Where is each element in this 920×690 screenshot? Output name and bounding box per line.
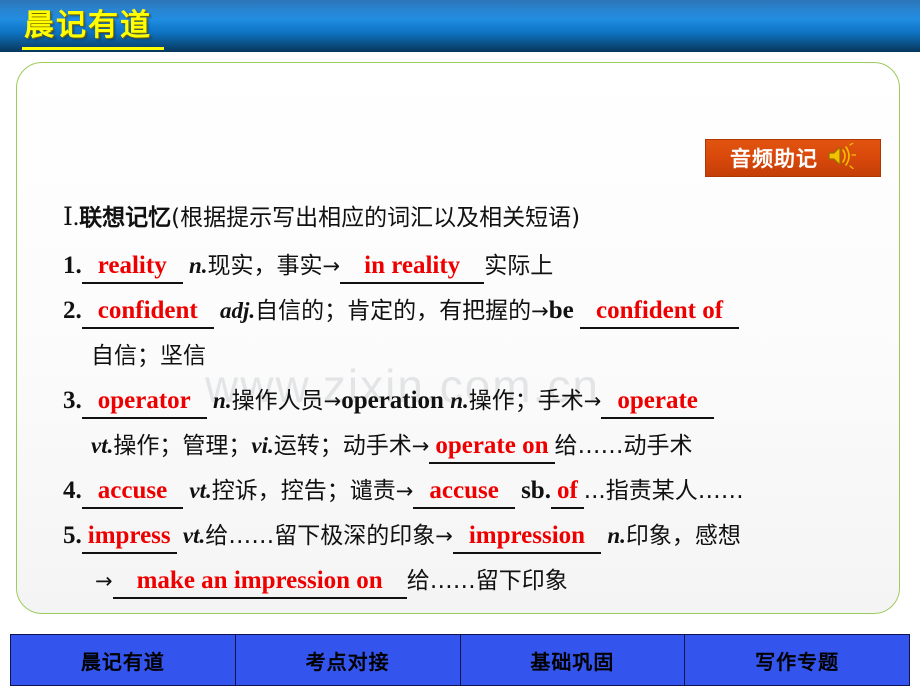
answer-blank[interactable]: of [550,476,584,509]
item-number: 2. [63,297,82,324]
phrase-mid-word: sb. [521,477,551,504]
part-of-speech: adj. [220,298,256,323]
arrow-glyph: → [95,569,113,593]
answer-blank[interactable]: reality [81,251,183,284]
item-number: 4. [63,477,82,504]
list-item-continuation: → make an impression on 给……留下印象 [63,558,883,603]
definition-text: ...指责某人…… [583,478,744,504]
part-of-speech: n. [213,388,232,413]
definition-text: 印象，感想 [625,523,741,549]
arrow-glyph: → [435,524,453,548]
definition-text: 控诉，控告；谴责 [211,478,396,504]
list-item: 1. reality n.现实，事实→ in reality 实际上 [63,243,883,288]
definition-text: 给……动手术 [554,433,693,459]
footer-tab-writing[interactable]: 写作专题 [685,635,909,685]
content-panel: www.zixin.com.cn 音频助记 Ⅰ.联想记忆(根据提示写出相应的词汇… [16,62,900,614]
answer-blank[interactable]: confident [81,296,214,329]
definition-text: 现实，事实 [207,253,323,279]
arrow-glyph: → [411,434,430,458]
derived-word: operation [341,387,444,414]
list-item: 3. operator n.操作人员→operation n.操作；手术→ oper… [63,378,883,423]
part-of-speech: n. [607,523,626,548]
section-heading-title: 联想记忆 [79,205,172,231]
footer-nav: 晨记有道 考点对接 基础巩固 写作专题 [10,634,910,686]
footer-tab-exam-points[interactable]: 考点对接 [235,635,461,685]
part-of-speech: vt. [91,433,114,458]
part-of-speech: n. [188,253,208,278]
part-of-speech: vt. [189,478,212,503]
answer-blank[interactable]: in reality [340,251,485,284]
definition-text: 给……留下印象 [406,568,568,594]
section-heading: Ⅰ.联想记忆(根据提示写出相应的词汇以及相关短语) [63,195,883,243]
answer-blank[interactable]: accuse [81,476,184,509]
audio-assist-button[interactable]: 音频助记 [705,139,881,177]
item-number: 1. [63,252,82,279]
part-of-speech: vi. [251,433,274,458]
answer-blank[interactable]: impression [452,521,602,554]
list-item: 5. impress vt.给……留下极深的印象→ impression n.印象，… [63,513,883,558]
list-item-continuation: vt.操作；管理；vi.运转；动手术→ operate on 给……动手术 [63,423,883,468]
page-header: 晨记有道 [0,0,920,52]
part-of-speech: n. [450,388,469,413]
list-item: 4. accuse vt.控诉，控告；谴责→ accuse sb. of ...指责某人… [63,468,883,513]
footer-tab-label: 考点对接 [305,649,390,674]
answer-blank[interactable]: operate [601,386,714,419]
definition-text: 实际上 [484,253,554,279]
definition-text: 自信的；肯定的，有把握的 [255,298,532,324]
footer-tab-label: 基础巩固 [530,649,615,674]
footer-tab-label: 写作专题 [755,649,840,674]
part-of-speech: vt. [182,523,206,548]
definition-text: 操作；手术 [468,388,584,414]
arrow-glyph: → [583,389,602,413]
phrase-lead-word: be [548,297,574,324]
page-title: 晨记有道 [24,8,152,43]
answer-blank[interactable]: accuse [413,476,515,509]
exercise-body: Ⅰ.联想记忆(根据提示写出相应的词汇以及相关短语) 1. reality n.现实… [63,195,883,603]
answer-blank[interactable]: operator [81,386,207,419]
footer-tab-morning-notes[interactable]: 晨记有道 [11,635,236,685]
definition-text: 自信；坚信 [91,343,206,369]
definition-text: 操作人员 [231,388,324,414]
arrow-glyph: → [323,389,342,413]
item-number: 3. [63,387,82,414]
answer-blank[interactable]: impress [81,521,177,554]
item-number: 5. [63,522,82,549]
list-item: 2. confident adj.自信的；肯定的，有把握的→be confiden… [63,288,883,333]
definition-text: 操作；管理； [113,433,252,459]
footer-tab-basics[interactable]: 基础巩固 [460,635,686,685]
audio-assist-label: 音频助记 [730,147,818,171]
section-heading-note: (根据提示写出相应的词汇以及相关短语) [171,205,581,231]
answer-blank[interactable]: operate on [429,431,555,464]
list-item-continuation: 自信；坚信 [63,333,883,378]
speaker-icon [826,141,857,174]
title-underline [22,47,164,50]
definition-text: 运转；动手术 [273,433,412,459]
footer-tab-label: 晨记有道 [80,649,165,674]
arrow-glyph: → [395,479,414,503]
definition-text: 给……留下极深的印象 [205,523,436,549]
section-roman-numeral: Ⅰ [63,204,73,231]
answer-blank[interactable]: make an impression on [112,566,407,599]
arrow-glyph: → [322,254,341,278]
answer-blank[interactable]: confident of [580,296,740,329]
arrow-glyph: → [531,299,549,323]
